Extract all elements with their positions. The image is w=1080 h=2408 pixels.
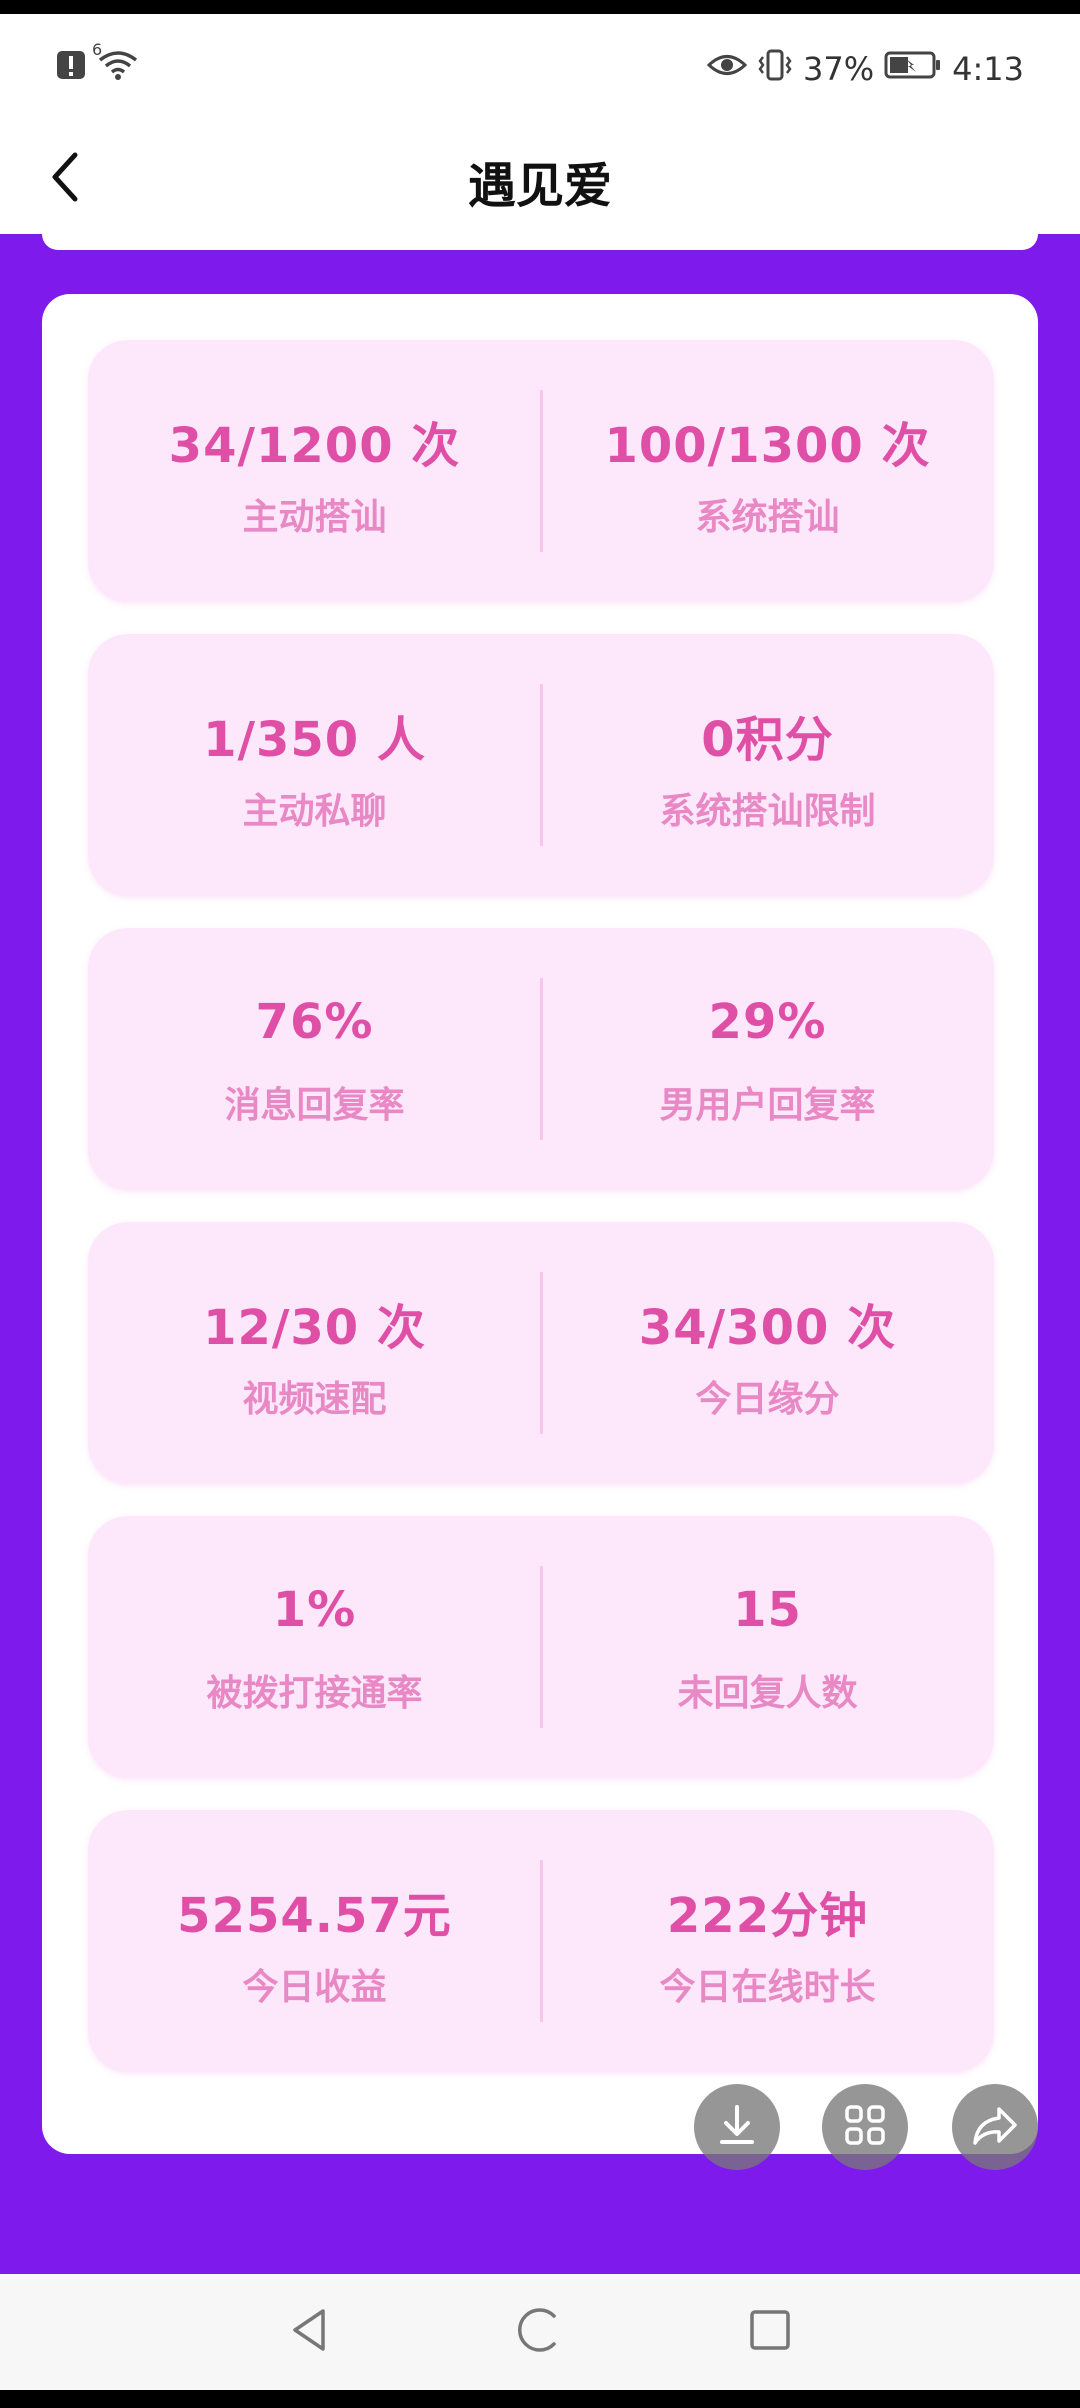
status-right: 37% 4:13 — [706, 48, 1024, 90]
stat-item-reply-rate: 76% 消息回复率 — [88, 928, 541, 1190]
stat-label: 消息回复率 — [224, 1085, 405, 1126]
wifi-generation-label: 6 — [92, 40, 103, 59]
stat-value: 12/30 次 — [203, 1300, 426, 1356]
stat-value: 100/1300 次 — [604, 418, 931, 474]
stat-label: 系统搭讪限制 — [659, 791, 876, 832]
status-bar: 6 37% 4:13 — [0, 14, 1080, 124]
stat-label: 未回复人数 — [677, 1673, 858, 1714]
battery-icon — [884, 50, 942, 88]
stat-item-call-connect-rate: 1% 被拨打接通率 — [88, 1516, 541, 1778]
stat-item-video-match: 12/30 次 视频速配 — [88, 1222, 541, 1484]
share-icon — [969, 2101, 1021, 2153]
stat-label: 主动搭讪 — [242, 497, 387, 538]
screen: 6 37% 4:13 遇见爱 34/1200 次 主动搭讪 100/1300 次… — [0, 0, 1080, 2408]
clock: 4:13 — [952, 50, 1024, 88]
stat-value: 34/300 次 — [638, 1300, 897, 1356]
nav-home-icon — [514, 2304, 566, 2360]
nav-recent-icon — [746, 2306, 794, 2358]
stat-value: 222分钟 — [666, 1888, 869, 1944]
stats-panel: 34/1200 次 主动搭讪 100/1300 次 系统搭讪 1/350 人 主… — [42, 294, 1038, 2154]
top-bezel — [0, 0, 1080, 14]
stat-card: 1% 被拨打接通率 15 未回复人数 — [88, 1516, 994, 1778]
stat-value: 5254.57元 — [177, 1888, 452, 1944]
page-title: 遇见爱 — [467, 158, 612, 214]
stat-value: 1% — [272, 1582, 357, 1638]
nav-recent-button[interactable] — [734, 2296, 806, 2368]
bottom-bezel — [0, 2390, 1080, 2408]
content-area: 34/1200 次 主动搭讪 100/1300 次 系统搭讪 1/350 人 主… — [0, 234, 1080, 2274]
nav-back-icon — [285, 2305, 335, 2359]
stat-item-greeting-limit: 0积分 系统搭讪限制 — [541, 634, 994, 896]
stat-item-male-reply-rate: 29% 男用户回复率 — [541, 928, 994, 1190]
stat-label: 男用户回复率 — [659, 1085, 876, 1126]
stat-label: 今日收益 — [242, 1967, 387, 2008]
system-nav-bar — [0, 2274, 1080, 2390]
app-header: 遇见爱 — [0, 124, 1080, 234]
status-left: 6 — [56, 40, 140, 86]
stat-item-daily-matches: 34/300 次 今日缘分 — [541, 1222, 994, 1484]
stat-label: 被拨打接通率 — [206, 1673, 423, 1714]
stat-item-online-duration: 222分钟 今日在线时长 — [541, 1810, 994, 2072]
nav-back-button[interactable] — [274, 2296, 346, 2368]
wifi-icon: 6 — [92, 40, 140, 86]
battery-percent: 37% — [803, 50, 875, 88]
stat-card: 76% 消息回复率 29% 男用户回复率 — [88, 928, 994, 1190]
stat-card: 34/1200 次 主动搭讪 100/1300 次 系统搭讪 — [88, 340, 994, 602]
stat-item-system-greeting: 100/1300 次 系统搭讪 — [541, 340, 994, 602]
grid-menu-button[interactable] — [822, 2084, 908, 2170]
stat-label: 今日缘分 — [695, 1379, 840, 1420]
stat-value: 29% — [708, 994, 827, 1050]
download-icon — [713, 2101, 761, 2153]
alert-icon — [56, 49, 86, 85]
stat-label: 主动私聊 — [242, 791, 387, 832]
stat-item-daily-earnings: 5254.57元 今日收益 — [88, 1810, 541, 2072]
stat-card: 12/30 次 视频速配 34/300 次 今日缘分 — [88, 1222, 994, 1484]
stat-value: 1/350 人 — [203, 712, 426, 768]
download-button[interactable] — [694, 2084, 780, 2170]
grid-icon — [841, 2101, 889, 2153]
stat-label: 今日在线时长 — [659, 1967, 876, 2008]
stat-label: 系统搭讪 — [695, 497, 840, 538]
stat-value: 34/1200 次 — [168, 418, 461, 474]
share-button[interactable] — [952, 2084, 1038, 2170]
stat-value: 15 — [733, 1582, 802, 1638]
eye-icon — [706, 50, 748, 88]
previous-card-edge — [42, 234, 1038, 250]
stat-item-unreplied-count: 15 未回复人数 — [541, 1516, 994, 1778]
stat-card: 5254.57元 今日收益 222分钟 今日在线时长 — [88, 1810, 994, 2072]
stat-card: 1/350 人 主动私聊 0积分 系统搭讪限制 — [88, 634, 994, 896]
nav-home-button[interactable] — [504, 2296, 576, 2368]
vibrate-icon — [757, 48, 793, 90]
stat-label: 视频速配 — [242, 1379, 387, 1420]
stat-value: 76% — [255, 994, 374, 1050]
stat-item-active-greeting: 34/1200 次 主动搭讪 — [88, 340, 541, 602]
stat-value: 0积分 — [701, 712, 834, 768]
stat-item-active-chat: 1/350 人 主动私聊 — [88, 634, 541, 896]
